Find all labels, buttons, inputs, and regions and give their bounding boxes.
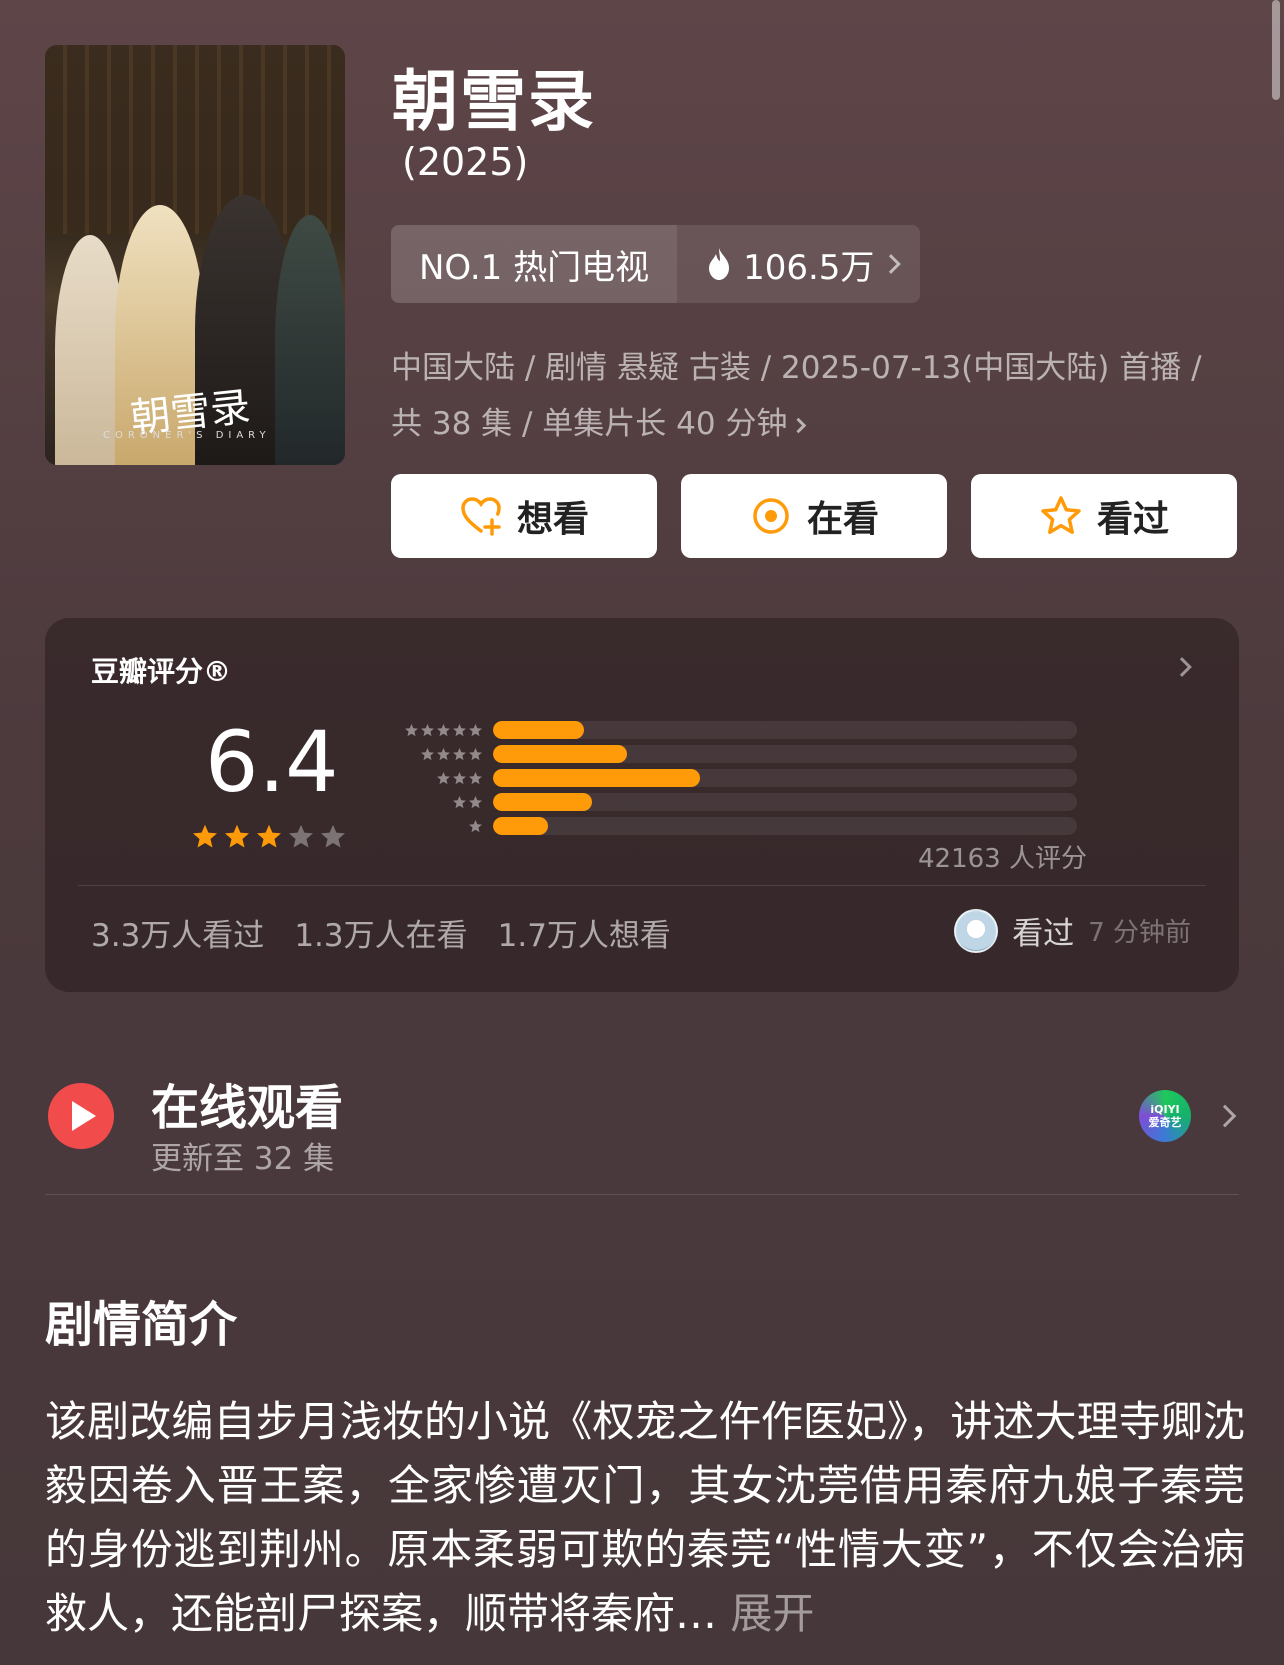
rating-bar-track — [493, 721, 1077, 739]
poster-subtitle: CORONER'S DIARY — [103, 430, 271, 441]
rating-bar-row — [385, 718, 1077, 742]
platform-name: 爱奇艺 — [1148, 1116, 1182, 1129]
bar-star-label — [385, 771, 493, 786]
star-small-icon — [453, 795, 466, 808]
star-small-icon — [453, 723, 466, 736]
star-small-icon — [421, 723, 434, 736]
star-small-icon — [469, 723, 482, 736]
rank-badge[interactable]: NO.1 热门电视 106.5万 — [391, 225, 921, 303]
bar-star-label — [385, 723, 493, 738]
iqiyi-logo-icon[interactable]: iQIYI 爱奇艺 — [1139, 1090, 1191, 1142]
watching-label: 在看 — [806, 499, 879, 540]
friend-activity[interactable]: 看过 7 分钟前 — [954, 908, 1191, 953]
synopsis-body: 该剧改编自步月浅妆的小说《权宠之仵作医妃》，讲述大理寺卿沈毅因卷入晋王案，全家惨… — [45, 1397, 1245, 1638]
want-label: 想看 — [516, 499, 589, 540]
rating-label: 豆瓣评分® — [91, 655, 232, 688]
heart-plus-icon — [461, 497, 501, 536]
rank-label: NO.1 热门电视 — [391, 225, 678, 303]
poster-image[interactable]: 朝雪录 CORONER'S DIARY — [45, 45, 345, 465]
platform-mark: iQIYI — [1150, 1103, 1180, 1116]
rating-bar-row — [385, 766, 1077, 790]
flame-icon — [709, 248, 730, 280]
synopsis-text: 该剧改编自步月浅妆的小说《权宠之仵作医妃》，讲述大理寺卿沈毅因卷入晋王案，全家惨… — [45, 1390, 1245, 1652]
chevron-right-icon — [881, 254, 902, 274]
bar-star-label — [385, 819, 493, 834]
show-meta[interactable]: 中国大陆 / 剧情 悬疑 古装 / 2025-07-13(中国大陆) 首播 / … — [391, 340, 1211, 452]
rating-bar-track — [493, 745, 1077, 763]
rating-bar-fill — [493, 769, 701, 787]
star-small-icon — [437, 747, 450, 760]
friend-time: 7 分钟前 — [1088, 918, 1191, 948]
star-small-icon — [421, 747, 434, 760]
star-outline-icon — [1041, 496, 1081, 534]
page-title: 朝雪录 — [392, 63, 596, 140]
synopsis-heading: 剧情简介 — [45, 1297, 238, 1353]
want-count: 1.7万人想看 — [497, 918, 671, 954]
play-icon[interactable] — [48, 1083, 114, 1149]
expand-link[interactable]: 展开 — [730, 1589, 814, 1638]
star-small-icon — [405, 723, 418, 736]
star-filled-icon — [192, 824, 218, 848]
watch-title: 在线观看 — [151, 1080, 344, 1136]
avatar[interactable] — [954, 908, 999, 953]
watched-label: 看过 — [1096, 499, 1169, 540]
star-small-icon — [469, 747, 482, 760]
star-small-icon — [469, 819, 482, 832]
rating-bar-track — [493, 769, 1077, 787]
watch-online-row[interactable]: 在线观看 更新至 32 集 iQIYI 爱奇艺 — [45, 1060, 1239, 1195]
star-small-icon — [437, 771, 450, 784]
divider — [78, 885, 1206, 886]
watched-count: 3.3万人看过 — [91, 918, 265, 954]
rating-card[interactable]: 豆瓣评分® 6.4 42163 人评分 3.3万人看过 1.3万人在看 1.7万… — [45, 618, 1239, 992]
watching-button[interactable]: 在看 — [681, 474, 947, 558]
star-small-icon — [453, 771, 466, 784]
friend-status: 看过 — [1012, 916, 1075, 952]
scrollbar[interactable] — [1272, 0, 1280, 100]
rating-bar-row — [385, 814, 1077, 838]
star-filled-icon — [224, 824, 250, 848]
rating-bar-row — [385, 790, 1077, 814]
chevron-right-icon — [1213, 1104, 1237, 1128]
rating-bar-fill — [493, 793, 593, 811]
star-small-icon — [469, 771, 482, 784]
rating-bar-track — [493, 817, 1077, 835]
chevron-right-icon — [791, 417, 807, 434]
bar-star-label — [385, 795, 493, 810]
release-year: (2025) — [402, 140, 529, 184]
rating-bar-fill — [493, 721, 584, 739]
audience-counts: 3.3万人看过 1.3万人在看 1.7万人想看 — [91, 910, 671, 955]
watch-subtitle: 更新至 32 集 — [151, 1141, 335, 1177]
star-small-icon — [437, 723, 450, 736]
rating-stars — [191, 823, 347, 851]
watched-button[interactable]: 看过 — [971, 474, 1237, 558]
star-small-icon — [469, 795, 482, 808]
want-to-watch-button[interactable]: 想看 — [391, 474, 657, 558]
rating-bar-fill — [493, 817, 549, 835]
rating-bar-track — [493, 793, 1077, 811]
watching-count: 1.3万人在看 — [294, 918, 468, 954]
star-empty-icon — [320, 824, 346, 848]
rating-score: 6.4 — [205, 713, 339, 811]
star-filled-icon — [256, 824, 282, 848]
star-empty-icon — [288, 824, 314, 848]
poster-figure — [275, 215, 345, 465]
target-icon — [753, 498, 789, 534]
chevron-right-icon — [1172, 657, 1192, 677]
bar-star-label — [385, 747, 493, 762]
heat-indicator[interactable]: 106.5万 — [677, 225, 921, 303]
poster-background — [45, 45, 345, 234]
star-small-icon — [453, 747, 466, 760]
heat-value: 106.5万 — [743, 247, 875, 288]
vote-count: 42163 人评分 — [918, 844, 1087, 874]
rating-bar-row — [385, 742, 1077, 766]
rating-distribution — [385, 718, 1077, 838]
rating-bar-fill — [493, 745, 628, 763]
action-buttons: 想看 在看 看过 — [391, 474, 1237, 558]
